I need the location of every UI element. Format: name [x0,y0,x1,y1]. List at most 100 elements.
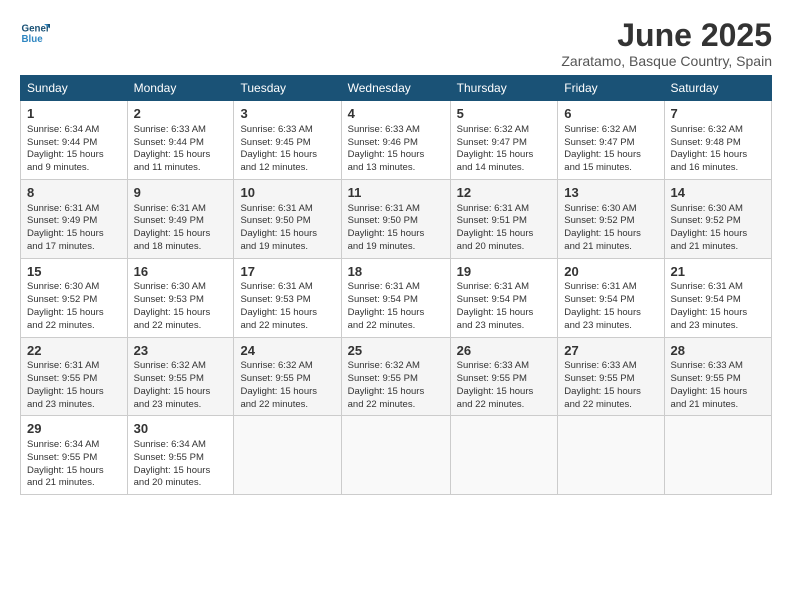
calendar-cell: 22Sunrise: 6:31 AM Sunset: 9:55 PM Dayli… [21,337,128,416]
col-friday: Friday [558,76,664,101]
day-number: 20 [564,263,657,281]
day-info: Sunrise: 6:31 AM Sunset: 9:55 PM Dayligh… [27,360,121,411]
calendar-cell: 18Sunrise: 6:31 AM Sunset: 9:54 PM Dayli… [341,258,450,337]
day-info: Sunrise: 6:33 AM Sunset: 9:55 PM Dayligh… [457,360,552,411]
day-number: 11 [348,184,444,202]
calendar-cell: 20Sunrise: 6:31 AM Sunset: 9:54 PM Dayli… [558,258,664,337]
day-info: Sunrise: 6:30 AM Sunset: 9:53 PM Dayligh… [134,281,228,332]
calendar-cell: 15Sunrise: 6:30 AM Sunset: 9:52 PM Dayli… [21,258,128,337]
day-number: 4 [348,105,444,123]
calendar-cell: 30Sunrise: 6:34 AM Sunset: 9:55 PM Dayli… [127,416,234,495]
calendar-cell: 27Sunrise: 6:33 AM Sunset: 9:55 PM Dayli… [558,337,664,416]
day-number: 30 [134,420,228,438]
calendar-cell: 5Sunrise: 6:32 AM Sunset: 9:47 PM Daylig… [450,101,558,180]
calendar-cell: 4Sunrise: 6:33 AM Sunset: 9:46 PM Daylig… [341,101,450,180]
day-number: 7 [671,105,765,123]
location: Zaratamo, Basque Country, Spain [561,53,772,69]
day-info: Sunrise: 6:32 AM Sunset: 9:47 PM Dayligh… [564,124,657,175]
title-block: June 2025 Zaratamo, Basque Country, Spai… [561,18,772,69]
day-number: 1 [27,105,121,123]
calendar-cell [450,416,558,495]
col-sunday: Sunday [21,76,128,101]
calendar-cell: 28Sunrise: 6:33 AM Sunset: 9:55 PM Dayli… [664,337,771,416]
day-info: Sunrise: 6:32 AM Sunset: 9:55 PM Dayligh… [348,360,444,411]
logo: General Blue [20,18,50,48]
calendar-cell: 11Sunrise: 6:31 AM Sunset: 9:50 PM Dayli… [341,179,450,258]
calendar-cell: 17Sunrise: 6:31 AM Sunset: 9:53 PM Dayli… [234,258,341,337]
calendar-cell: 1Sunrise: 6:34 AM Sunset: 9:44 PM Daylig… [21,101,128,180]
calendar-cell: 2Sunrise: 6:33 AM Sunset: 9:44 PM Daylig… [127,101,234,180]
day-info: Sunrise: 6:32 AM Sunset: 9:47 PM Dayligh… [457,124,552,175]
day-info: Sunrise: 6:32 AM Sunset: 9:55 PM Dayligh… [240,360,334,411]
day-info: Sunrise: 6:31 AM Sunset: 9:54 PM Dayligh… [671,281,765,332]
calendar-cell: 13Sunrise: 6:30 AM Sunset: 9:52 PM Dayli… [558,179,664,258]
calendar-week-2: 8 Sunrise: 6:31 AM Sunset: 9:49 PM Daylig… [21,179,772,258]
calendar-cell: 7Sunrise: 6:32 AM Sunset: 9:48 PM Daylig… [664,101,771,180]
calendar-cell: 14Sunrise: 6:30 AM Sunset: 9:52 PM Dayli… [664,179,771,258]
day-info: Sunrise: 6:31 AM Sunset: 9:51 PM Dayligh… [457,203,552,254]
day-number: 6 [564,105,657,123]
calendar-cell: 12Sunrise: 6:31 AM Sunset: 9:51 PM Dayli… [450,179,558,258]
day-number: 26 [457,342,552,360]
day-number: 23 [134,342,228,360]
day-number: 22 [27,342,121,360]
calendar-cell: 8Sunrise: 6:31 AM Sunset: 9:49 PM Daylig… [21,179,128,258]
day-number: 3 [240,105,334,123]
day-number: 24 [240,342,334,360]
day-number: 12 [457,184,552,202]
col-wednesday: Wednesday [341,76,450,101]
day-info: Sunrise: 6:30 AM Sunset: 9:52 PM Dayligh… [671,203,765,254]
logo-icon: General Blue [20,18,50,48]
day-info: Sunrise: 6:34 AM Sunset: 9:55 PM Dayligh… [134,439,228,490]
day-number: 17 [240,263,334,281]
day-info: Sunrise: 6:30 AM Sunset: 9:52 PM Dayligh… [27,281,121,332]
day-info: Sunrise: 6:33 AM Sunset: 9:45 PM Dayligh… [240,124,334,175]
calendar-cell: 19Sunrise: 6:31 AM Sunset: 9:54 PM Dayli… [450,258,558,337]
day-info: Sunrise: 6:33 AM Sunset: 9:55 PM Dayligh… [564,360,657,411]
day-info: Sunrise: 6:31 AM Sunset: 9:49 PM Dayligh… [134,203,228,254]
day-number: 28 [671,342,765,360]
col-saturday: Saturday [664,76,771,101]
day-number: 13 [564,184,657,202]
day-info: Sunrise: 6:30 AM Sunset: 9:52 PM Dayligh… [564,203,657,254]
calendar-table: Sunday Monday Tuesday Wednesday Thursday… [20,75,772,495]
calendar-cell: 25Sunrise: 6:32 AM Sunset: 9:55 PM Dayli… [341,337,450,416]
calendar-cell: 29Sunrise: 6:34 AM Sunset: 9:55 PM Dayli… [21,416,128,495]
day-number: 16 [134,263,228,281]
calendar-cell: 6Sunrise: 6:32 AM Sunset: 9:47 PM Daylig… [558,101,664,180]
day-number: 14 [671,184,765,202]
calendar-cell [558,416,664,495]
header-row: Sunday Monday Tuesday Wednesday Thursday… [21,76,772,101]
day-number: 5 [457,105,552,123]
calendar-cell: 24Sunrise: 6:32 AM Sunset: 9:55 PM Dayli… [234,337,341,416]
svg-text:Blue: Blue [22,34,44,45]
day-number: 10 [240,184,334,202]
calendar-week-3: 15Sunrise: 6:30 AM Sunset: 9:52 PM Dayli… [21,258,772,337]
calendar-cell [664,416,771,495]
day-number: 18 [348,263,444,281]
day-number: 15 [27,263,121,281]
calendar-cell: 9Sunrise: 6:31 AM Sunset: 9:49 PM Daylig… [127,179,234,258]
calendar-week-4: 22Sunrise: 6:31 AM Sunset: 9:55 PM Dayli… [21,337,772,416]
day-number: 2 [134,105,228,123]
day-info: Sunrise: 6:32 AM Sunset: 9:55 PM Dayligh… [134,360,228,411]
day-info: Sunrise: 6:32 AM Sunset: 9:48 PM Dayligh… [671,124,765,175]
day-number: 27 [564,342,657,360]
day-number: 8 [27,184,121,202]
day-info: Sunrise: 6:33 AM Sunset: 9:55 PM Dayligh… [671,360,765,411]
col-thursday: Thursday [450,76,558,101]
day-info: Sunrise: 6:34 AM Sunset: 9:55 PM Dayligh… [27,439,121,490]
day-info: Sunrise: 6:33 AM Sunset: 9:44 PM Dayligh… [134,124,228,175]
calendar-cell: 23Sunrise: 6:32 AM Sunset: 9:55 PM Dayli… [127,337,234,416]
calendar-cell: 16Sunrise: 6:30 AM Sunset: 9:53 PM Dayli… [127,258,234,337]
day-info: Sunrise: 6:31 AM Sunset: 9:54 PM Dayligh… [348,281,444,332]
calendar-week-5: 29Sunrise: 6:34 AM Sunset: 9:55 PM Dayli… [21,416,772,495]
calendar-cell: 26Sunrise: 6:33 AM Sunset: 9:55 PM Dayli… [450,337,558,416]
day-info: Sunrise: 6:34 AM Sunset: 9:44 PM Dayligh… [27,124,121,175]
day-info: Sunrise: 6:31 AM Sunset: 9:54 PM Dayligh… [457,281,552,332]
month-title: June 2025 [561,18,772,53]
day-info: Sunrise: 6:33 AM Sunset: 9:46 PM Dayligh… [348,124,444,175]
day-info: Sunrise: 6:31 AM Sunset: 9:54 PM Dayligh… [564,281,657,332]
day-number: 21 [671,263,765,281]
day-number: 9 [134,184,228,202]
